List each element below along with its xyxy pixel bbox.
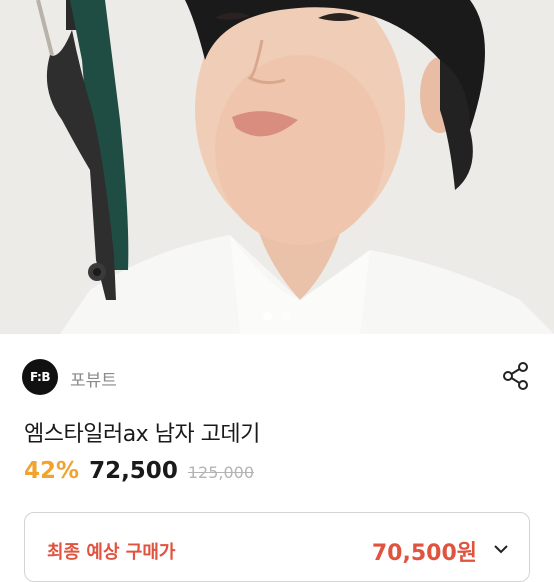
final-price-label: 최종 예상 구매가 [47,542,176,563]
brand-logo[interactable]: F:B [22,359,58,395]
brand-name[interactable]: 포뷰트 [70,366,117,391]
price-row: 42% 72,500 125,000 [24,458,254,490]
final-price-value: 70,500원 [371,541,477,566]
original-price: 125,000 [187,463,254,482]
brand-row: F:B 포뷰트 [22,358,532,396]
chevron-down-icon[interactable] [493,543,509,555]
product-image-carousel[interactable] [0,0,554,334]
product-title: 엠스타일러ax 남자 고데기 [24,422,260,447]
sale-price: 72,500 [89,458,178,484]
carousel-indicator [0,306,554,321]
product-photo [0,0,554,334]
final-price-box[interactable]: 최종 예상 구매가 70,500원 [24,512,530,582]
discount-rate: 42% [24,458,80,484]
share-icon[interactable] [500,360,532,392]
carousel-dot-active[interactable] [263,312,272,321]
carousel-dot[interactable] [282,312,291,321]
